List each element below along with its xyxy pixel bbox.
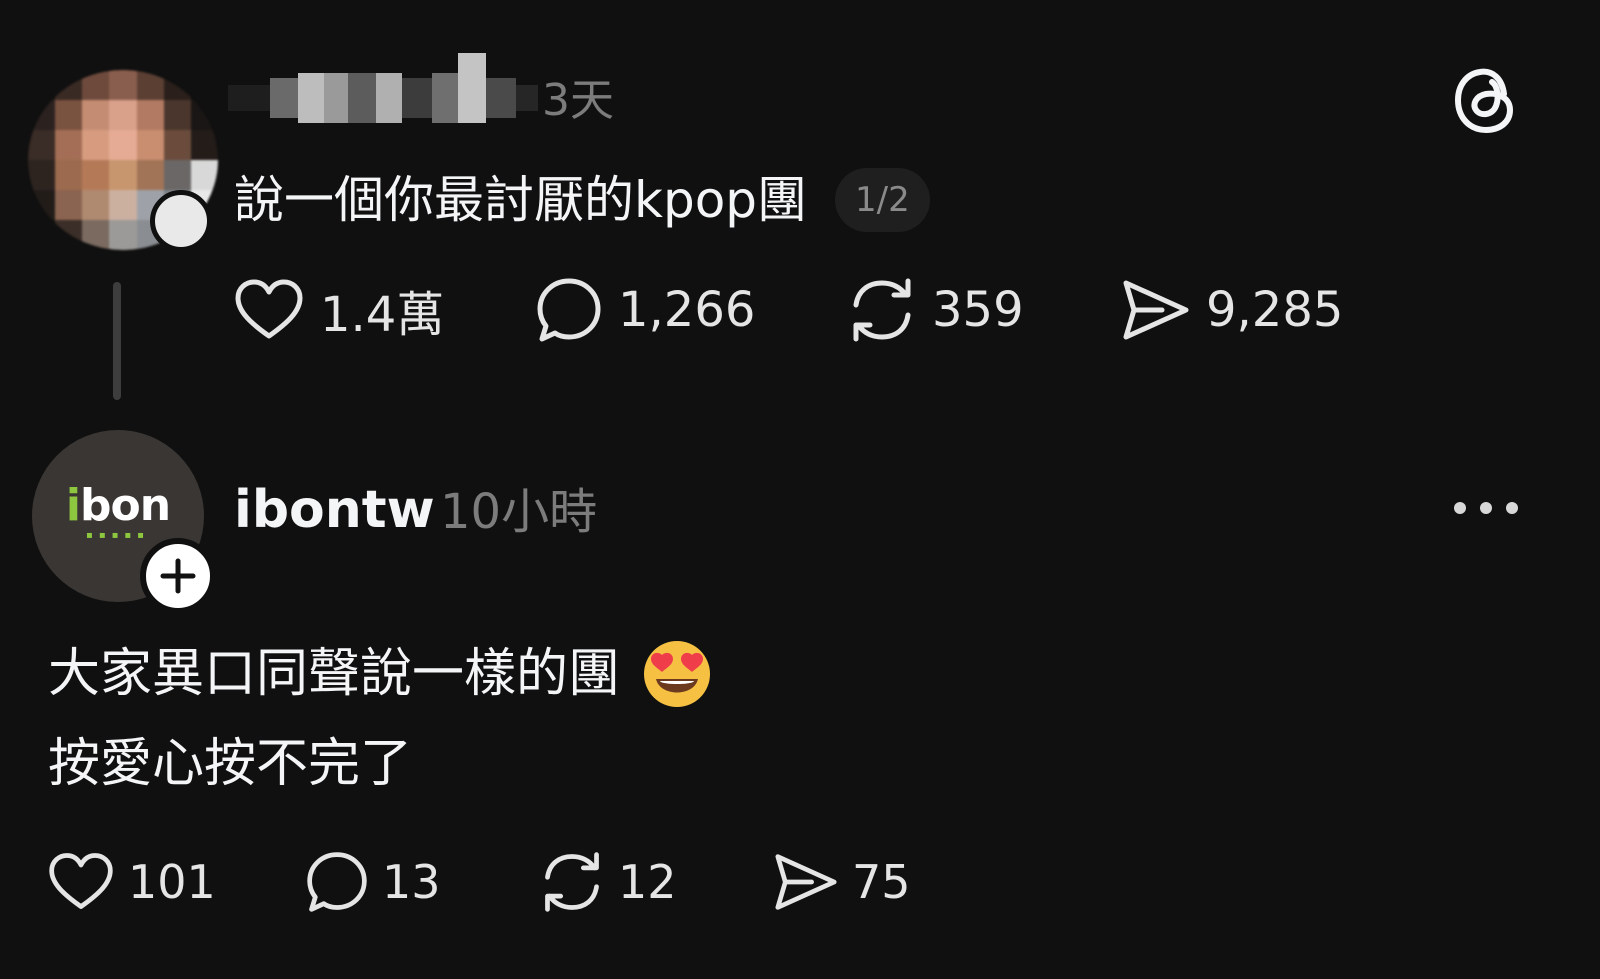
username[interactable]: ibontw: [234, 472, 435, 548]
follow-button[interactable]: [140, 538, 216, 614]
comment-button[interactable]: 13: [304, 849, 538, 915]
like-count: 101: [128, 855, 216, 909]
plus-icon: [160, 558, 196, 594]
share-button[interactable]: 9,285: [1120, 277, 1343, 343]
post-text: 說一個你最討厭的kpop團 1/2: [234, 162, 930, 238]
like-count: 1.4萬: [320, 287, 445, 343]
thread-connector-line: [113, 282, 121, 400]
repost-button[interactable]: 359: [846, 275, 1120, 345]
post-text-content: 說一個你最討厭的kpop團: [234, 171, 808, 229]
send-icon: [775, 854, 837, 910]
reply-actions: 101 13 12 75: [46, 842, 911, 922]
send-icon: [1123, 280, 1189, 340]
comment-button[interactable]: 1,266: [534, 275, 846, 345]
heart-eyes-emoji-icon: [644, 641, 711, 707]
reply-time: 10小時: [440, 484, 598, 540]
threads-logo-icon[interactable]: [1452, 64, 1518, 136]
repost-icon: [545, 852, 599, 912]
ibon-logo-sub: ▪▪▪▪▪: [86, 529, 150, 541]
page-indicator[interactable]: 1/2: [835, 168, 930, 232]
heart-icon: [235, 279, 303, 339]
comment-icon: [537, 278, 601, 342]
share-count: 75: [852, 855, 911, 909]
repost-icon: [853, 278, 911, 342]
comment-count: 1,266: [618, 282, 756, 338]
username-redacted[interactable]: [228, 53, 538, 138]
repost-button[interactable]: 12: [538, 849, 772, 915]
avatar-badge: [150, 190, 212, 252]
comment-icon: [307, 852, 367, 912]
repost-count: 12: [618, 855, 677, 909]
reply-text-line-2: 按愛心按不完了: [48, 734, 413, 794]
comment-count: 13: [382, 855, 441, 909]
like-button[interactable]: 101: [46, 851, 304, 913]
share-button[interactable]: 75: [772, 851, 911, 913]
share-count: 9,285: [1206, 282, 1344, 338]
heart-icon: [49, 853, 113, 909]
reply-text-line-1: 大家異口同聲說一樣的團: [48, 636, 712, 712]
like-button[interactable]: 1.4萬: [232, 275, 534, 345]
more-options-icon[interactable]: [1452, 494, 1520, 522]
reply-text-1: 大家異口同聲說一樣的團: [48, 644, 621, 704]
ibon-logo: ibon: [65, 479, 171, 531]
post-time: 3天: [542, 75, 614, 126]
post-actions: 1.4萬 1,266 359 9,285: [232, 270, 1343, 350]
repost-count: 359: [932, 282, 1024, 338]
